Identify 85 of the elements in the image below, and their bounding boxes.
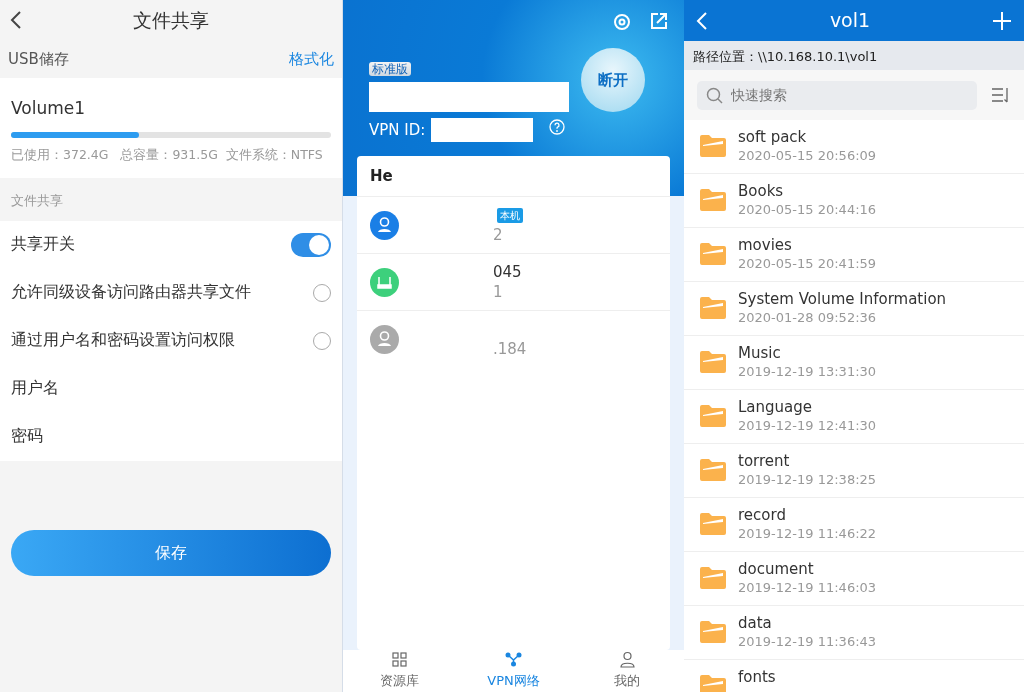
- setting-label: 用户名: [11, 378, 59, 400]
- folder-icon: [700, 297, 726, 319]
- folder-date: 2019-12-19 11:46:03: [738, 579, 877, 596]
- folder-name: record: [738, 506, 787, 525]
- volume-name: Volume1: [11, 97, 87, 120]
- folder-name: Books: [738, 182, 785, 201]
- path-label: 路径位置：\\10.168.10.1\vol1: [684, 41, 1024, 70]
- device-badge: 本机: [497, 207, 523, 223]
- folder-icon: [700, 243, 726, 265]
- radio-button[interactable]: [313, 283, 331, 302]
- grid-icon: [391, 651, 409, 669]
- volume-stats: 已使用：372.4G 总容量：931.5G 文件系统：NTFS: [11, 145, 324, 164]
- folder-icon: [700, 189, 726, 211]
- device-name: 045: [493, 261, 522, 283]
- device-address: .184: [493, 339, 527, 359]
- folder-date: 2019-12-19 11:46:22: [738, 525, 877, 542]
- folder-row[interactable]: Language 2019-12-19 12:41:30: [684, 390, 1024, 444]
- format-link[interactable]: 格式化: [289, 47, 334, 71]
- folder-icon: [700, 405, 726, 427]
- folder-date: 2020-05-15 20:41:59: [738, 255, 877, 272]
- settings-icon[interactable]: [612, 12, 632, 32]
- share-icon[interactable]: [650, 12, 668, 30]
- add-icon[interactable]: [992, 10, 1012, 31]
- device-address: 1: [493, 282, 504, 302]
- folder-date: 2020-05-15 20:44:16: [738, 201, 877, 218]
- setting-label: 密码: [11, 426, 43, 448]
- nav-tab[interactable]: VPN网络: [456, 650, 571, 692]
- user-icon: [370, 210, 399, 240]
- folder-name: data: [738, 614, 773, 633]
- network-name: He: [370, 165, 393, 187]
- folder-date: 2019-12-19 13:31:30: [738, 363, 877, 380]
- device-address: 2: [493, 225, 504, 245]
- folder-name: movies: [738, 236, 793, 255]
- folder-date: 2020-01-28 09:52:36: [738, 309, 878, 326]
- folder-name: soft pack: [738, 128, 808, 147]
- sort-icon[interactable]: [991, 87, 1011, 103]
- folder-row[interactable]: torrent 2019-12-19 12:38:25: [684, 444, 1024, 498]
- folder-title: vol1: [829, 8, 871, 34]
- search-icon: [706, 86, 723, 104]
- folder-name: fonts: [738, 668, 776, 687]
- disconnect-button[interactable]: 断开: [581, 48, 645, 112]
- folder-date: 2019-12-19 12:38:25: [738, 471, 877, 488]
- folder-date: 2019-12-19 12:41:30: [738, 417, 877, 434]
- person-icon: [618, 651, 636, 669]
- folder-row[interactable]: Books 2020-05-15 20:44:16: [684, 174, 1024, 228]
- folder-name: System Volume Information: [738, 290, 947, 309]
- folder-row[interactable]: record 2019-12-19 11:46:22: [684, 498, 1024, 552]
- folder-date: 2019-12-19 11:36:43: [738, 633, 877, 650]
- router-icon: [370, 267, 399, 297]
- edition-badge: 标准版: [369, 62, 411, 76]
- save-button[interactable]: 保存: [11, 529, 331, 576]
- folder-name: Language: [738, 398, 814, 417]
- help-icon[interactable]: [549, 119, 566, 135]
- vpn-id-label: VPN ID:: [369, 119, 426, 141]
- folder-row[interactable]: fonts: [684, 660, 1024, 692]
- folder-icon: [700, 135, 726, 157]
- nav-tab[interactable]: 资源库: [343, 650, 457, 692]
- folder-date: 2020-05-15 20:56:09: [738, 147, 877, 164]
- nav-tab[interactable]: 我的: [570, 650, 684, 692]
- network-icon: [505, 651, 522, 669]
- folder-row[interactable]: data 2019-12-19 11:36:43: [684, 606, 1024, 660]
- setting-label: 允许同级设备访问路由器共享文件: [11, 282, 251, 304]
- back-icon[interactable]: [10, 10, 22, 30]
- search-field[interactable]: 快速搜索: [697, 80, 977, 110]
- folder-icon: [700, 621, 726, 643]
- toggle-switch[interactable]: [291, 232, 331, 257]
- setting-label: 共享开关: [11, 234, 75, 256]
- folder-name: torrent: [738, 452, 791, 471]
- folder-icon: [700, 459, 726, 481]
- folder-row[interactable]: document 2019-12-19 11:46:03: [684, 552, 1024, 606]
- folder-row[interactable]: System Volume Information 2020-01-28 09:52:36: [684, 282, 1024, 336]
- folder-row[interactable]: soft pack 2020-05-15 20:56:09: [684, 120, 1024, 174]
- setting-label: 通过用户名和密码设置访问权限: [11, 330, 235, 352]
- folder-row[interactable]: movies 2020-05-15 20:41:59: [684, 228, 1024, 282]
- folder-icon: [700, 513, 726, 535]
- folder-name: Music: [738, 344, 782, 363]
- section-label: USB储存: [8, 48, 69, 70]
- folder-name: document: [738, 560, 815, 579]
- folder-row[interactable]: Music 2019-12-19 13:31:30: [684, 336, 1024, 390]
- section-label: 文件共享: [11, 192, 64, 210]
- folder-icon: [700, 351, 726, 373]
- page-title: 文件共享: [133, 7, 209, 33]
- radio-button[interactable]: [313, 331, 331, 350]
- folder-icon: [700, 567, 726, 589]
- user-icon: [370, 324, 399, 354]
